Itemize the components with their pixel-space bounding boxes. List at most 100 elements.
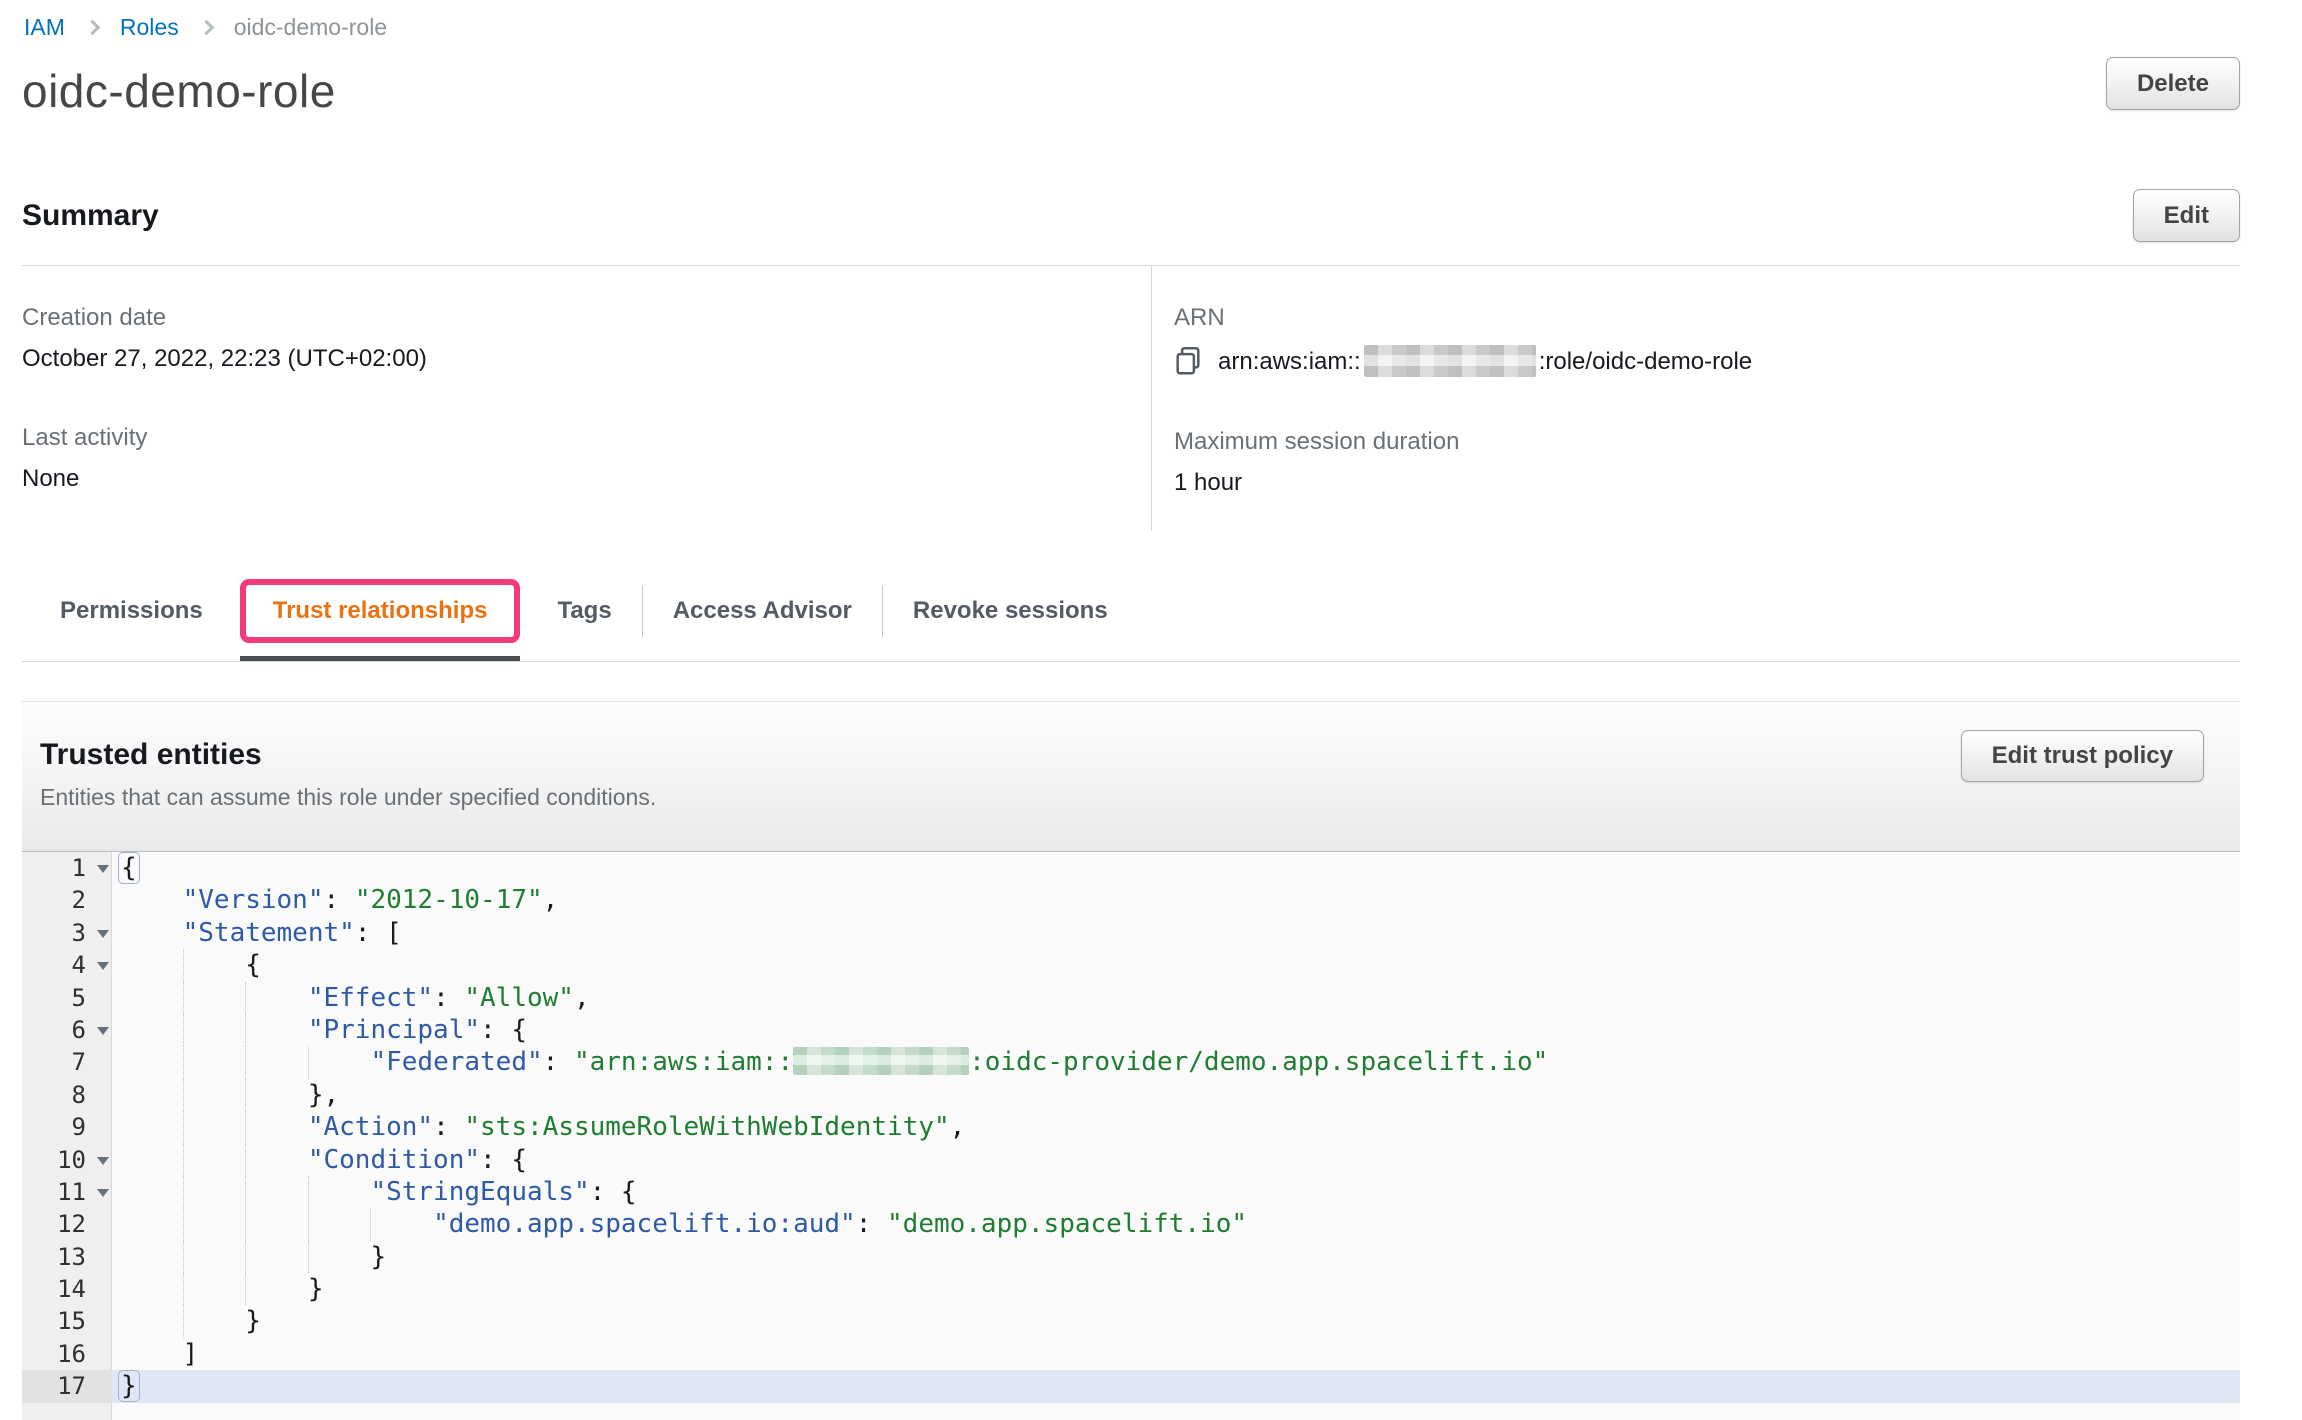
max-session-field: Maximum session duration 1 hour — [1174, 429, 2240, 497]
line-number: 16 — [22, 1338, 112, 1370]
line-number: 9 — [22, 1111, 112, 1143]
edit-trust-policy-button[interactable]: Edit trust policy — [1961, 730, 2204, 782]
chevron-right-icon — [198, 19, 214, 35]
tab-revoke-sessions[interactable]: Revoke sessions — [885, 561, 1136, 661]
token-punc: : { — [480, 1015, 527, 1045]
indent-guide — [245, 1014, 246, 1046]
line-number: 14 — [22, 1273, 112, 1305]
token-key: "StringEquals" — [370, 1177, 589, 1207]
last-activity-label: Last activity — [22, 425, 1151, 451]
arn-field: ARN arn:aws:iam:::role/oidc-demo-role — [1174, 305, 2240, 377]
indent-guide — [245, 1241, 246, 1273]
line-number: 12 — [22, 1208, 112, 1240]
editor-line: 13} — [22, 1241, 2240, 1273]
indent-guide — [308, 1208, 309, 1240]
code-line-text: "Version": "2012-10-17", — [112, 884, 2240, 916]
fold-toggle-icon[interactable] — [97, 1157, 109, 1165]
line-number: 7 — [22, 1046, 112, 1078]
delete-button[interactable]: Delete — [2106, 57, 2240, 110]
iam-role-detail-page: IAM Roles oidc-demo-role oidc-demo-role De… — [0, 0, 2302, 1420]
code-line-text: ] — [112, 1338, 2240, 1370]
summary-right-column: ARN arn:aws:iam:::role/oidc-demo-role Ma… — [1151, 266, 2240, 531]
indent-guide — [183, 1208, 184, 1240]
arn-text: arn:aws:iam:::role/oidc-demo-role — [1218, 345, 1752, 377]
copy-arn-button[interactable] — [1174, 346, 1202, 377]
summary-left-column: Creation date October 27, 2022, 22:23 (U… — [22, 266, 1151, 531]
indent-guide — [183, 1111, 184, 1143]
chevron-right-icon — [85, 19, 101, 35]
token-punc: } — [245, 1306, 261, 1336]
summary-section-header: Summary Edit — [22, 189, 2240, 242]
indent-guide — [308, 1241, 309, 1273]
indent-guide — [183, 949, 184, 981]
editor-line: 2"Version": "2012-10-17", — [22, 884, 2240, 916]
creation-date-label: Creation date — [22, 305, 1151, 331]
indent-guide — [183, 1014, 184, 1046]
breadcrumb-current-oidc-demo-role: oidc-demo-role — [234, 14, 387, 41]
tab-trust-relationships-annotated[interactable]: Trust relationships — [240, 579, 521, 643]
token-str: "2012-10-17" — [355, 885, 543, 915]
indent-guide — [245, 982, 246, 1014]
token-punc: } — [370, 1242, 386, 1272]
fold-toggle-icon[interactable] — [97, 865, 109, 873]
token-punc: , — [574, 983, 590, 1013]
tab-permissions[interactable]: Permissions — [22, 561, 231, 661]
indent-guide — [245, 1111, 246, 1143]
token-str: "arn:aws:iam:: — [574, 1047, 793, 1077]
line-number: 3 — [22, 917, 112, 949]
code-line-text: } — [112, 1370, 2240, 1402]
code-line-text: "Principal": { — [112, 1014, 2240, 1046]
page-header: oidc-demo-role Delete — [22, 57, 2240, 117]
fold-toggle-icon[interactable] — [97, 962, 109, 970]
summary-grid: Creation date October 27, 2022, 22:23 (U… — [22, 266, 2240, 531]
line-number: 15 — [22, 1305, 112, 1337]
token-punc: : — [433, 1112, 464, 1142]
editor-line: 7"Federated": "arn:aws:iam:::oidc-provid… — [22, 1046, 2240, 1078]
edit-button[interactable]: Edit — [2133, 189, 2240, 242]
token-key: "demo.app.spacelift.io:aud" — [433, 1209, 856, 1239]
token-str: "Allow" — [464, 983, 574, 1013]
editor-line: 6"Principal": { — [22, 1014, 2240, 1046]
fold-toggle-icon[interactable] — [97, 930, 109, 938]
token-punc: { — [245, 950, 261, 980]
matched-brace: { — [118, 852, 140, 884]
editor-line: 17} — [22, 1370, 2240, 1402]
line-number: 10 — [22, 1144, 112, 1176]
indent-guide — [245, 1176, 246, 1208]
redacted-account-id — [1364, 345, 1536, 377]
indent-guide — [370, 1208, 371, 1240]
editor-line: 3"Statement": [ — [22, 917, 2240, 949]
indent-guide — [245, 1046, 246, 1078]
line-number: 8 — [22, 1079, 112, 1111]
fold-toggle-icon[interactable] — [97, 1189, 109, 1197]
last-activity-value: None — [22, 465, 1151, 493]
trusted-entities-description: Entities that can assume this role under… — [40, 784, 2240, 811]
code-line-text: "demo.app.spacelift.io:aud": "demo.app.s… — [112, 1208, 2240, 1240]
token-key: "Condition" — [308, 1145, 480, 1175]
token-str: "sts:AssumeRoleWithWebIdentity" — [464, 1112, 949, 1142]
token-punc: , — [543, 885, 559, 915]
code-line-text: "StringEquals": { — [112, 1176, 2240, 1208]
line-number: 4 — [22, 949, 112, 981]
token-punc: ] — [183, 1339, 199, 1369]
tab-access-advisor[interactable]: Access Advisor — [645, 561, 880, 661]
token-key: "Version" — [183, 885, 324, 915]
editor-line: 14} — [22, 1273, 2240, 1305]
indent-guide — [183, 1241, 184, 1273]
token-key: "Principal" — [308, 1015, 480, 1045]
tab-tags[interactable]: Tags — [529, 561, 639, 661]
token-key: "Action" — [308, 1112, 433, 1142]
breadcrumb-link-roles[interactable]: Roles — [120, 14, 179, 41]
fold-toggle-icon[interactable] — [97, 1027, 109, 1035]
indent-guide — [183, 982, 184, 1014]
line-number: 1 — [22, 852, 112, 884]
indent-guide — [308, 1176, 309, 1208]
editor-line: 9 "Action": "sts:AssumeRoleWithWebIdentit… — [22, 1111, 2240, 1143]
policy-editor[interactable]: 1{2"Version": "2012-10-17",3"Statement":… — [22, 852, 2240, 1420]
indent-guide — [183, 1305, 184, 1337]
code-line-text: { — [112, 949, 2240, 981]
tab-bar: PermissionsTrust relationshipsTagsAccess… — [22, 561, 2240, 662]
breadcrumb-link-iam[interactable]: IAM — [24, 14, 65, 41]
trusted-entities-panel: Trusted entities Entities that can assum… — [22, 701, 2240, 1420]
editor-line: 12"demo.app.spacelift.io:aud": "demo.app… — [22, 1208, 2240, 1240]
